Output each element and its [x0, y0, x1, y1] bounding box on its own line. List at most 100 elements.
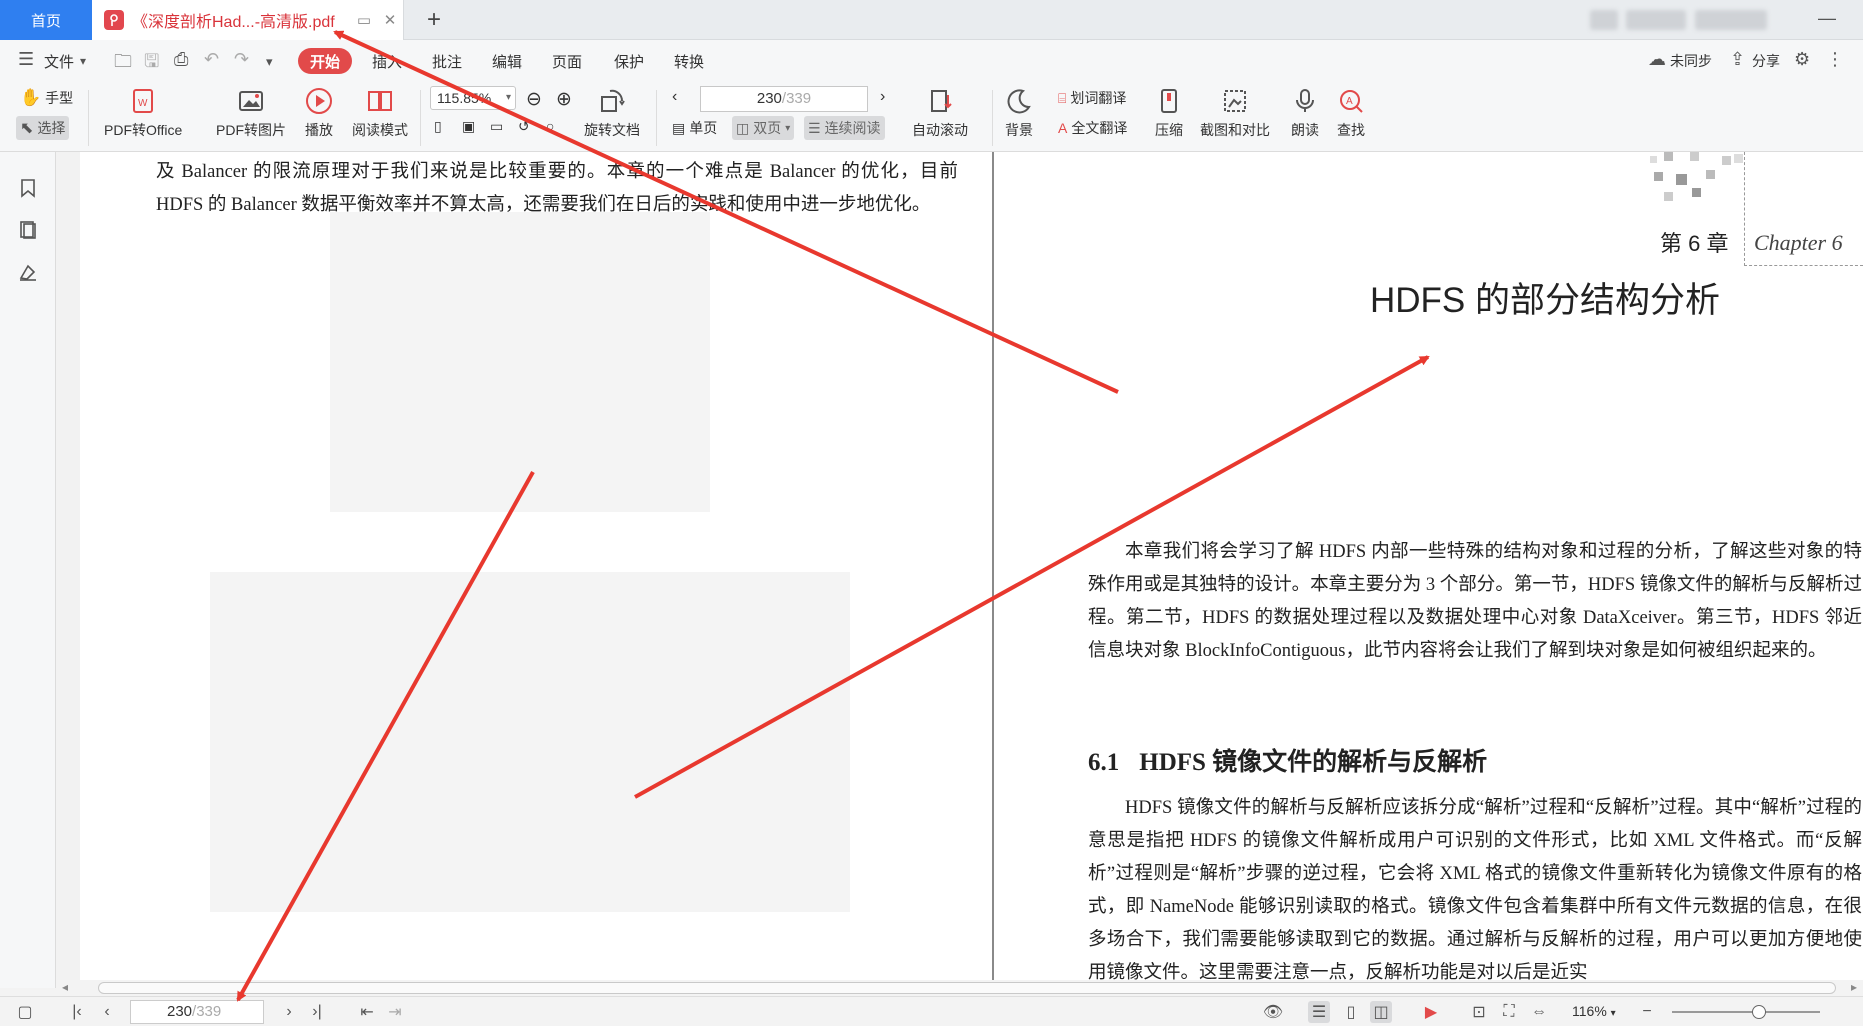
ribbon-separator: [88, 90, 89, 146]
eye-protection-icon[interactable]: 👁: [1262, 1001, 1284, 1023]
new-tab-button[interactable]: +: [420, 6, 448, 34]
play-button[interactable]: 播放: [304, 82, 334, 140]
zoom-level-value: 116%: [1572, 1003, 1607, 1019]
menu-convert[interactable]: 转换: [674, 48, 704, 74]
single-page-icon: ▤: [672, 119, 686, 136]
single-view-icon[interactable]: ▯: [1340, 1001, 1362, 1023]
tab-document[interactable]: 《深度剖析Had...-高清版.pdf ▭ ✕: [92, 0, 404, 40]
previous-page-icon[interactable]: ‹: [96, 1001, 118, 1023]
save-icon[interactable]: 🖫: [144, 49, 159, 79]
zoom-select[interactable]: 115.85% ▾: [430, 86, 516, 110]
float-window-icon[interactable]: ▭: [351, 11, 377, 29]
actual-size-icon[interactable]: ▯: [434, 118, 442, 135]
chevron-down-icon[interactable]: ▾: [80, 54, 86, 68]
read-mode-icon: [365, 86, 395, 116]
find-label: 查找: [1337, 122, 1365, 138]
fit-page-icon[interactable]: ▣: [462, 118, 475, 135]
more-options-icon[interactable]: ⋮: [1826, 49, 1844, 70]
rotate-left-icon[interactable]: ↺: [518, 118, 530, 135]
tab-home[interactable]: 首页: [0, 0, 92, 40]
background-button[interactable]: 背景: [1004, 82, 1034, 140]
undo-icon[interactable]: ↶: [204, 49, 219, 70]
play-slideshow-icon[interactable]: ▶: [1420, 1001, 1442, 1023]
compress-button[interactable]: 压缩: [1154, 82, 1184, 140]
menu-file[interactable]: 文件: [44, 48, 74, 74]
last-page-icon[interactable]: ›|: [306, 1001, 328, 1023]
background-label: 背景: [1005, 122, 1033, 138]
moon-icon: [1004, 86, 1034, 116]
rotate-document-button[interactable]: 旋转文档: [584, 82, 640, 140]
share-icon[interactable]: ⇪: [1730, 49, 1745, 70]
zoom-out-icon[interactable]: −: [1636, 1001, 1658, 1023]
pdf-to-image-icon: [236, 86, 266, 116]
first-page-icon[interactable]: |‹: [66, 1001, 88, 1023]
share-button[interactable]: 分享: [1752, 48, 1780, 74]
fit-width-icon[interactable]: ▭: [490, 118, 503, 135]
full-translate-button[interactable]: A 全文翻译: [1058, 118, 1127, 138]
fit-width-icon[interactable]: ⇔: [1528, 1001, 1550, 1023]
actual-size-icon[interactable]: ⊡: [1468, 1001, 1490, 1023]
next-page-icon[interactable]: ›: [278, 1001, 300, 1023]
menu-insert[interactable]: 插入: [372, 48, 402, 74]
close-tab-icon[interactable]: ✕: [377, 11, 403, 29]
scroll-left-icon[interactable]: ◂: [62, 980, 68, 994]
zoom-in-icon[interactable]: ⊕: [556, 88, 572, 111]
cloud-sync-icon[interactable]: ☁: [1648, 49, 1666, 70]
avatar[interactable]: [1590, 10, 1618, 30]
scroll-right-icon[interactable]: ▸: [1851, 980, 1857, 994]
screenshot-compare-button[interactable]: 截图和对比: [1200, 82, 1270, 140]
horizontal-scrollbar[interactable]: ◂ ▸: [56, 980, 1863, 996]
menu-start[interactable]: 开始: [298, 48, 353, 74]
status-page-total: /339: [192, 1003, 222, 1020]
find-button[interactable]: A 查找: [1336, 82, 1366, 140]
menu-edit[interactable]: 编辑: [492, 48, 522, 74]
sidebar-toggle-icon[interactable]: ▢: [14, 1001, 36, 1023]
hamburger-menu-icon[interactable]: ☰: [18, 49, 34, 70]
zoom-out-icon[interactable]: ⊖: [526, 88, 542, 111]
zoom-slider[interactable]: [1672, 1011, 1820, 1013]
fit-page-icon[interactable]: ⛶: [1498, 1001, 1520, 1023]
open-folder-icon[interactable]: 🗀: [114, 49, 132, 79]
previous-page-icon[interactable]: ‹: [672, 88, 677, 106]
chapter-title: HDFS 的部分结构分析: [1369, 281, 1720, 320]
bookmark-icon[interactable]: [16, 176, 40, 200]
page-number-input[interactable]: 230/339: [700, 86, 868, 112]
settings-icon[interactable]: ⚙: [1794, 49, 1810, 70]
print-icon[interactable]: ⎙: [174, 49, 188, 70]
read-mode-button[interactable]: 阅读模式: [352, 82, 408, 140]
unsynced-label[interactable]: 未同步: [1670, 48, 1712, 74]
continuous-read-button[interactable]: ☰ 连续阅读: [804, 116, 885, 140]
redo-icon[interactable]: ↷: [234, 49, 249, 70]
pdf-to-office-button[interactable]: W PDF转Office: [104, 82, 182, 140]
rotate-right-icon[interactable]: ○: [546, 118, 554, 134]
read-aloud-button[interactable]: 朗读: [1290, 82, 1320, 140]
auto-scroll-button[interactable]: 自动滚动: [912, 82, 968, 140]
zoom-slider-handle[interactable]: [1752, 1005, 1766, 1019]
quick-access-dropdown-icon[interactable]: ▾: [266, 54, 273, 70]
double-page-label: 双页: [753, 120, 782, 136]
zoom-level[interactable]: 116% ▾: [1572, 1003, 1616, 1019]
signature-icon[interactable]: [16, 260, 40, 284]
scrollbar-thumb[interactable]: [98, 982, 1836, 994]
back-icon[interactable]: ⇤: [356, 1001, 378, 1023]
single-page-button[interactable]: ▤ 单页: [672, 118, 717, 138]
menu-protect[interactable]: 保护: [614, 48, 644, 74]
thumbnail-icon[interactable]: [16, 218, 40, 242]
rotate-document-icon: [597, 86, 627, 116]
menu-page[interactable]: 页面: [552, 48, 582, 74]
minimize-icon[interactable]: —: [1812, 8, 1842, 29]
hand-icon: ✋: [20, 88, 42, 107]
menu-annotate[interactable]: 批注: [432, 48, 462, 74]
double-view-icon[interactable]: ◫: [1370, 1001, 1392, 1023]
hand-tool-button[interactable]: ✋ 手型: [20, 88, 73, 108]
word-translate-button[interactable]: ⌸ 划词翻译: [1058, 88, 1126, 108]
next-page-icon[interactable]: ›: [880, 88, 885, 106]
screenshot-compare-label: 截图和对比: [1200, 122, 1270, 138]
forward-icon[interactable]: ⇥: [384, 1001, 406, 1023]
double-page-button[interactable]: ◫ 双页 ▾: [732, 116, 795, 140]
status-page-input[interactable]: 230/339: [130, 1000, 264, 1024]
continuous-view-icon[interactable]: ☰: [1308, 1001, 1330, 1023]
pdf-to-image-button[interactable]: PDF转图片: [216, 82, 286, 140]
select-tool-button[interactable]: ⬉ 选择: [16, 116, 70, 140]
document-view[interactable]: 及 Balancer 的限流原理对于我们来说是比较重要的。本章的一个难点是 Ba…: [56, 152, 1863, 980]
